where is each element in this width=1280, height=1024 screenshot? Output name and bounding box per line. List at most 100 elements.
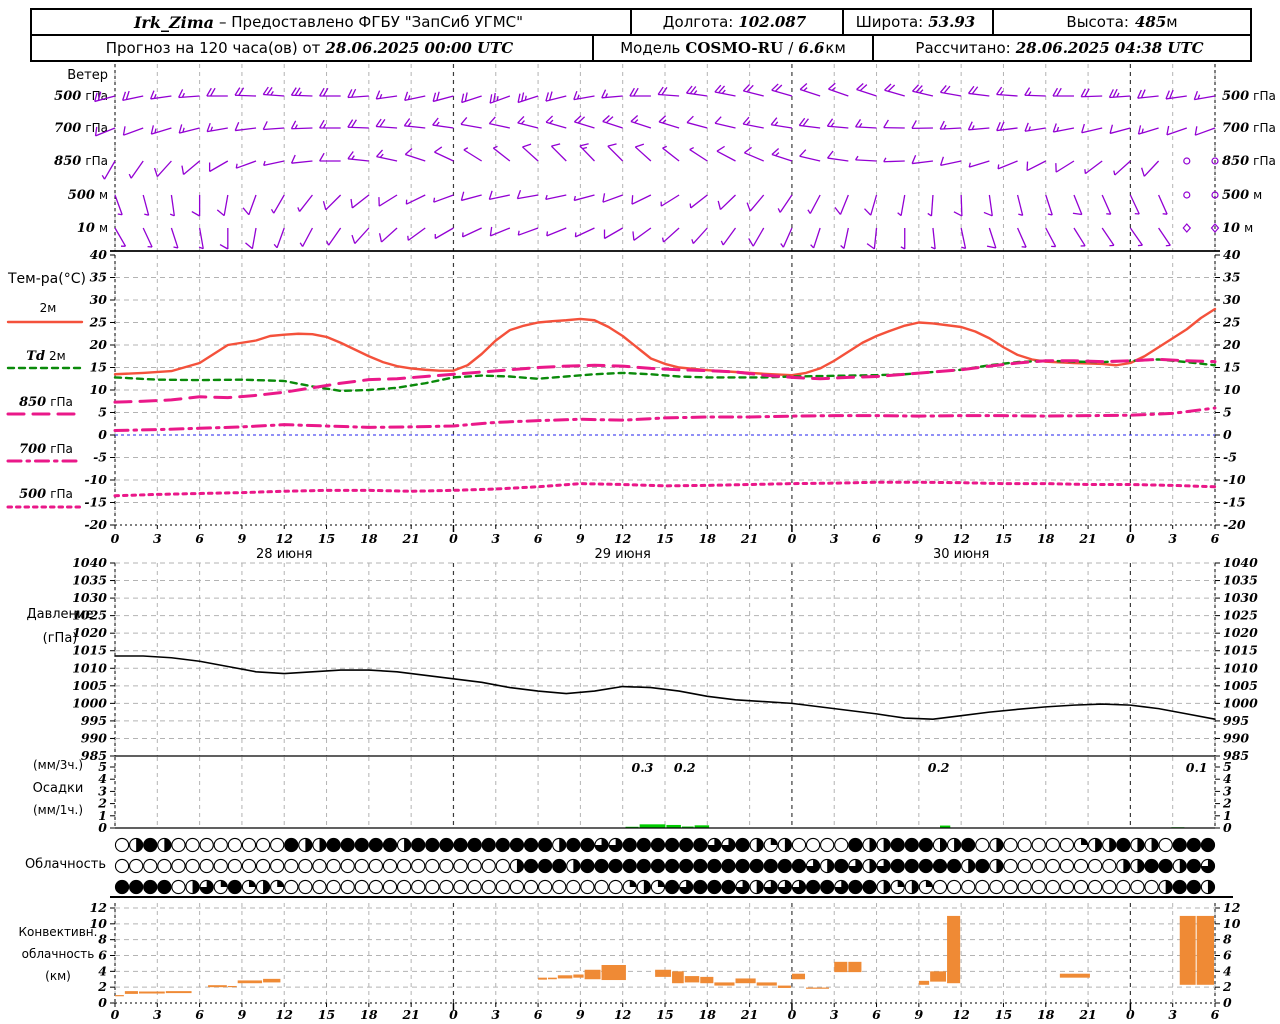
svg-text:-5: -5 — [93, 450, 107, 465]
svg-text:15: 15 — [995, 1007, 1012, 1022]
svg-text:21: 21 — [401, 1007, 419, 1022]
svg-text:6: 6 — [98, 947, 107, 962]
svg-text:1010: 1010 — [1223, 660, 1258, 675]
svg-text:990: 990 — [81, 730, 107, 745]
svg-text:3: 3 — [491, 531, 500, 546]
svg-text:21: 21 — [401, 531, 419, 546]
svg-text:1020: 1020 — [72, 625, 107, 640]
svg-text:15: 15 — [656, 531, 673, 546]
svg-text:18: 18 — [699, 531, 717, 546]
svg-text:0: 0 — [788, 1007, 797, 1022]
svg-text:10: 10 — [90, 382, 108, 397]
svg-text:29 июня: 29 июня — [594, 547, 650, 562]
svg-text:15: 15 — [995, 531, 1012, 546]
svg-text:15: 15 — [656, 1007, 673, 1022]
chart-canvas: 40 4035 3530 3025 2520 2015 1510 105 50 0-5 -5-10-… — [6, 64, 1258, 1022]
svg-text:10: 10 — [1223, 916, 1241, 931]
svg-text:21: 21 — [740, 1007, 758, 1022]
svg-text:3: 3 — [153, 1007, 162, 1022]
svg-text:-5: -5 — [1223, 450, 1237, 465]
svg-text:990: 990 — [1223, 730, 1249, 745]
svg-text:12: 12 — [90, 900, 108, 915]
svg-text:1005: 1005 — [1223, 678, 1258, 693]
svg-text:12: 12 — [276, 531, 294, 546]
svg-text:1025: 1025 — [72, 608, 107, 623]
svg-text:21: 21 — [1078, 531, 1096, 546]
svg-text:12: 12 — [614, 1007, 632, 1022]
svg-text:9: 9 — [914, 531, 923, 546]
svg-text:12: 12 — [952, 1007, 970, 1022]
svg-text:3: 3 — [1168, 1007, 1177, 1022]
svg-text:0: 0 — [1223, 427, 1232, 442]
svg-text:1030: 1030 — [1223, 590, 1258, 605]
svg-text:-20: -20 — [1223, 517, 1246, 532]
svg-text:18: 18 — [360, 531, 378, 546]
svg-text:3: 3 — [491, 1007, 500, 1022]
svg-text:1015: 1015 — [72, 643, 107, 658]
svg-text:1000: 1000 — [1223, 695, 1258, 710]
svg-text:-15: -15 — [84, 495, 107, 510]
svg-text:9: 9 — [576, 531, 585, 546]
svg-text:4: 4 — [98, 963, 107, 978]
svg-text:-10: -10 — [84, 472, 107, 487]
svg-text:8: 8 — [1223, 932, 1232, 947]
svg-text:18: 18 — [1037, 531, 1055, 546]
svg-text:40: 40 — [90, 247, 108, 262]
svg-text:0: 0 — [98, 995, 107, 1010]
svg-text:1015: 1015 — [1223, 643, 1258, 658]
svg-text:12: 12 — [614, 531, 632, 546]
svg-text:6: 6 — [1211, 531, 1220, 546]
svg-text:18: 18 — [699, 1007, 717, 1022]
svg-text:21: 21 — [1078, 1007, 1096, 1022]
svg-text:-10: -10 — [1223, 472, 1246, 487]
svg-text:995: 995 — [1223, 713, 1249, 728]
svg-text:0.2: 0.2 — [674, 760, 696, 775]
svg-text:5: 5 — [98, 759, 107, 774]
svg-text:25: 25 — [1222, 315, 1240, 330]
svg-text:-15: -15 — [1223, 495, 1246, 510]
svg-text:6: 6 — [195, 531, 204, 546]
svg-text:1040: 1040 — [72, 555, 107, 570]
svg-text:9: 9 — [238, 1007, 247, 1022]
svg-text:12: 12 — [276, 1007, 294, 1022]
svg-text:1030: 1030 — [72, 590, 107, 605]
svg-text:40: 40 — [1223, 247, 1241, 262]
svg-text:1005: 1005 — [72, 678, 107, 693]
meteogram: Irk_Zima – Предоставлено ФГБУ "ЗапСиб УГ… — [0, 0, 1280, 1024]
svg-text:15: 15 — [90, 360, 107, 375]
svg-text:8: 8 — [98, 932, 107, 947]
svg-text:30: 30 — [90, 292, 108, 307]
svg-text:0: 0 — [98, 427, 107, 442]
svg-text:1035: 1035 — [1223, 573, 1258, 588]
svg-text:25: 25 — [89, 315, 107, 330]
svg-text:20: 20 — [89, 337, 108, 352]
svg-text:995: 995 — [81, 713, 107, 728]
svg-text:6: 6 — [872, 1007, 881, 1022]
svg-text:0: 0 — [449, 531, 458, 546]
svg-text:1025: 1025 — [1223, 608, 1258, 623]
svg-text:1020: 1020 — [1223, 625, 1258, 640]
svg-text:10: 10 — [90, 916, 108, 931]
svg-text:6: 6 — [872, 531, 881, 546]
svg-text:21: 21 — [740, 531, 758, 546]
svg-text:15: 15 — [318, 1007, 335, 1022]
svg-text:1035: 1035 — [72, 573, 107, 588]
svg-text:0: 0 — [111, 1007, 120, 1022]
svg-text:28 июня: 28 июня — [256, 547, 312, 562]
svg-text:-20: -20 — [84, 517, 107, 532]
svg-text:15: 15 — [1223, 360, 1240, 375]
svg-text:6: 6 — [1211, 1007, 1220, 1022]
svg-text:1040: 1040 — [1223, 555, 1258, 570]
svg-text:0.3: 0.3 — [632, 760, 654, 775]
svg-text:6: 6 — [195, 1007, 204, 1022]
svg-text:0: 0 — [788, 531, 797, 546]
svg-text:30: 30 — [1223, 292, 1241, 307]
svg-text:9: 9 — [576, 1007, 585, 1022]
svg-text:6: 6 — [534, 531, 543, 546]
svg-text:0: 0 — [1126, 531, 1135, 546]
svg-text:20: 20 — [1222, 337, 1241, 352]
svg-text:3: 3 — [153, 531, 162, 546]
svg-text:12: 12 — [1223, 900, 1241, 915]
svg-text:3: 3 — [830, 1007, 839, 1022]
svg-text:9: 9 — [914, 1007, 923, 1022]
